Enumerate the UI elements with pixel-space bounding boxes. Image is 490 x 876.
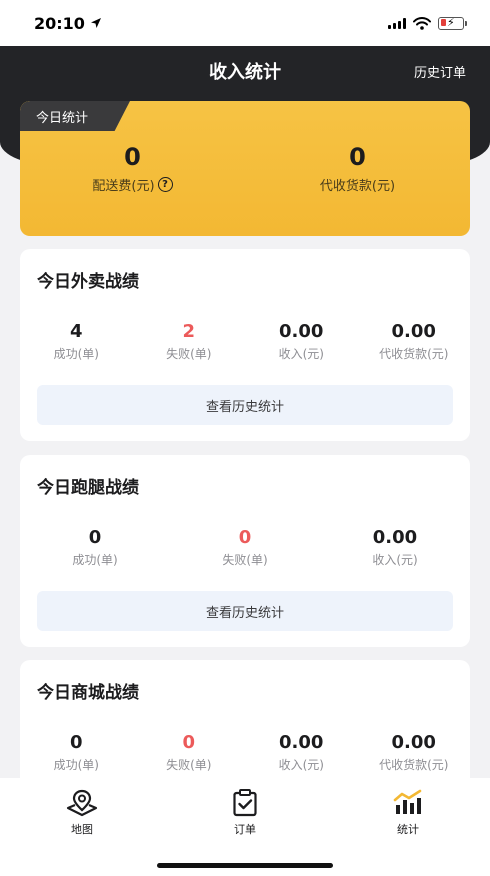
errand-fail-stat: 0 失败(单) [170,527,320,568]
stat-label: 成功(单) [53,347,99,361]
errand-card: 今日跑腿战绩 0 成功(单) 0 失败(单) 0.00 收入(元) 查看历史统计 [20,455,470,647]
stat-value: 2 [182,321,196,342]
mall-stats: 0 成功(单) 0 失败(单) 0.00 收入(元) 0.00 代收货款(元) [20,732,470,773]
takeout-card: 今日外卖战绩 4 成功(单) 2 失败(单) 0.00 收入(元) 0.00 代… [20,249,470,441]
stat-label: 代收货款(元) [379,758,449,772]
errand-history-button[interactable]: 查看历史统计 [37,591,453,631]
map-pin-icon [66,789,98,817]
mall-fail-stat: 0 失败(单) [133,732,246,773]
tab-label: 地图 [71,823,93,836]
tab-orders[interactable]: 订单 [205,788,285,837]
stat-label: 失败(单) [166,758,212,772]
wifi-icon [413,16,431,30]
tab-stats[interactable]: 统计 [368,788,448,837]
tab-bar: 地图 订单 统计 [0,778,490,876]
cod-value: 0 [349,143,366,171]
stat-label: 成功(单) [53,758,99,772]
time-text: 20:10 [34,13,85,33]
takeout-title: 今日外卖战绩 [37,272,139,292]
stat-label: 失败(单) [222,553,268,567]
delivery-fee-stat: 0 配送费(元) ? [20,143,245,194]
takeout-stats: 4 成功(单) 2 失败(单) 0.00 收入(元) 0.00 代收货款(元) [20,321,470,362]
home-indicator [157,863,333,868]
takeout-cod-stat: 0.00 代收货款(元) [358,321,471,362]
signal-icon [388,17,406,29]
status-time: 20:10 [34,14,102,33]
stat-label: 收入(元) [278,758,324,772]
stat-label: 成功(单) [72,553,118,567]
stat-value: 0 [69,732,83,753]
takeout-fail-stat: 2 失败(单) [133,321,246,362]
errand-stats: 0 成功(单) 0 失败(单) 0.00 收入(元) [20,527,470,568]
tab-label: 订单 [234,823,256,836]
stat-value: 0 [238,527,252,548]
battery-icon: ⚡ [438,16,467,30]
stat-label: 收入(元) [278,347,324,361]
errand-success-stat: 0 成功(单) [20,527,170,568]
errand-title: 今日跑腿战绩 [37,478,139,498]
status-bar: 20:10 ⚡ [0,0,490,46]
help-icon[interactable]: ? [157,177,173,192]
cod-stat: 0 代收货款(元) [245,143,470,194]
mall-title: 今日商城战绩 [37,683,139,703]
tab-map[interactable]: 地图 [42,788,122,837]
cod-label: 代收货款(元) [319,179,396,194]
errand-income-stat: 0.00 收入(元) [320,527,470,568]
stat-label: 代收货款(元) [379,347,449,361]
delivery-fee-label: 配送费(元) [92,179,155,194]
tab-label: 统计 [397,823,419,836]
mall-cod-stat: 0.00 代收货款(元) [358,732,471,773]
stat-label: 失败(单) [166,347,212,361]
today-tag: 今日统计 [20,101,130,131]
stat-value: 0.00 [279,321,324,342]
stat-value: 0.00 [279,732,324,753]
takeout-success-stat: 4 成功(单) [20,321,133,362]
stat-value: 4 [69,321,83,342]
history-orders-link[interactable]: 历史订单 [414,62,466,81]
takeout-income-stat: 0.00 收入(元) [245,321,358,362]
stat-value: 0.00 [372,527,418,548]
delivery-fee-value: 0 [124,143,141,171]
today-stats: 0 配送费(元) ? 0 代收货款(元) [20,143,470,194]
stat-value: 0 [182,732,196,753]
stat-value: 0 [88,527,102,548]
delivery-fee-label-row: 配送费(元) ? [92,175,173,194]
stat-value: 0.00 [391,732,436,753]
clipboard-check-icon [233,789,257,817]
location-arrow-icon [90,18,101,28]
mall-income-stat: 0.00 收入(元) [245,732,358,773]
stat-label: 收入(元) [372,553,418,567]
stat-value: 0.00 [391,321,436,342]
bar-chart-icon [393,789,422,814]
mall-success-stat: 0 成功(单) [20,732,133,773]
today-stats-card: 今日统计 0 配送费(元) ? 0 代收货款(元) [20,101,470,236]
takeout-history-button[interactable]: 查看历史统计 [37,385,453,425]
status-icons: ⚡ [388,16,467,30]
